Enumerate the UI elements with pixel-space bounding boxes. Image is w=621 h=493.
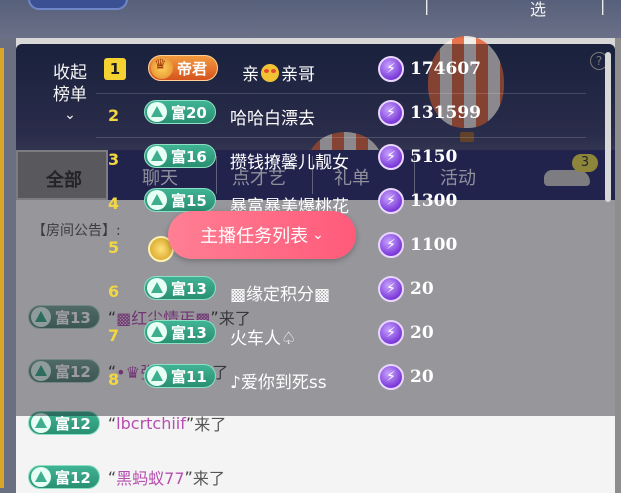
rank-number: 5: [108, 238, 120, 257]
wealth-level-icon: [147, 322, 167, 342]
quote-mark: “: [107, 467, 117, 487]
rank-number: 1: [104, 58, 126, 80]
wealth-level-icon: [147, 102, 167, 122]
rank-number: 2: [108, 106, 120, 125]
leaderboard-username[interactable]: ▩缘定积分▩: [230, 280, 330, 305]
chat-message: 富12 “黑蚂蚁77” 来了: [28, 464, 225, 490]
wealth-level-icon: [147, 278, 167, 298]
rank-number: 4: [108, 194, 120, 213]
contribution-gem-icon: ⚡: [378, 100, 404, 126]
wealth-level-icon: [147, 146, 167, 166]
quote-mark: “: [107, 413, 117, 433]
wealth-badge-label: 富15: [171, 191, 207, 210]
contribution-gem-icon: ⚡: [378, 320, 404, 346]
chat-message-text: 来了: [192, 469, 225, 488]
leaderboard-row[interactable]: 8 富11 ♪爱你到死ss ⚡ 20: [96, 358, 586, 402]
right-edge: [615, 38, 621, 493]
chevron-down-icon: ⌄: [312, 227, 324, 243]
heart-eyes-emoji-icon: [261, 64, 279, 82]
rank-number: 7: [108, 326, 120, 345]
collapse-leaderboard-button[interactable]: 收起 榜单 ⌄: [48, 62, 92, 122]
leaderboard-scrollbar[interactable]: [605, 52, 611, 202]
top-bar: | 选 |: [0, 0, 621, 38]
rank-number: 3: [108, 150, 120, 169]
top-pill[interactable]: [28, 0, 128, 10]
contribution-gem-icon: ⚡: [378, 364, 404, 390]
quote-mark: ”: [185, 413, 195, 433]
wealth-badge: 富20: [144, 100, 216, 124]
contribution-score: 1100: [410, 235, 458, 255]
contribution-gem-icon: ⚡: [378, 276, 404, 302]
leaderboard-username[interactable]: 哈哈白漂去: [230, 104, 315, 129]
contribution-gem-icon: ⚡: [378, 56, 404, 82]
wealth-badge-label: 富12: [55, 468, 91, 487]
wealth-badge: 富15: [144, 188, 216, 212]
contribution-score: 5150: [410, 147, 458, 167]
wealth-badge: 富16: [144, 144, 216, 168]
wealth-level-icon: [31, 413, 51, 433]
emperor-badge-label: 帝君: [177, 59, 208, 78]
leaderboard-row[interactable]: 6 富13 ▩缘定积分▩ ⚡ 20: [96, 270, 586, 314]
wealth-badge: 富12: [28, 465, 100, 489]
wealth-level-icon: [31, 467, 51, 487]
wealth-badge-label: 富13: [171, 279, 207, 298]
contribution-gem-icon: ⚡: [378, 188, 404, 214]
leaderboard-username[interactable]: 亲 亲哥: [242, 60, 315, 85]
rank-number: 6: [108, 282, 120, 301]
gold-border: [0, 48, 4, 488]
username-part: 亲哥: [281, 65, 315, 85]
top-separator: |: [600, 0, 606, 15]
emperor-badge: 帝君: [148, 55, 219, 81]
contribution-score: 20: [410, 323, 434, 343]
wealth-badge-label: 富20: [171, 103, 207, 122]
wealth-badge: 富11: [144, 364, 216, 388]
leaderboard-row[interactable]: 3 富16 攒钱撩馨儿靓女 ⚡ 5150: [96, 138, 586, 182]
top-separator: |: [424, 0, 430, 15]
leaderboard-row[interactable]: 2 富20 哈哈白漂去 ⚡ 131599: [96, 94, 586, 138]
contribution-score: 174607: [410, 59, 481, 79]
contribution-score: 131599: [410, 103, 481, 123]
chevron-down-icon: ⌄: [64, 107, 76, 123]
username-part: 亲: [242, 65, 259, 85]
quote-mark: ”: [184, 467, 193, 487]
wealth-badge-label: 富13: [171, 323, 207, 342]
wealth-badge-label: 富16: [171, 147, 207, 166]
wealth-badge: 富13: [144, 276, 216, 300]
chat-username[interactable]: 黑蚂蚁77: [116, 465, 184, 489]
streamer-task-list-button[interactable]: 主播任务列表 ⌄: [168, 211, 356, 259]
contribution-score: 1300: [410, 191, 458, 211]
leaderboard-row[interactable]: 7 富13 火车人♤ ⚡ 20: [96, 314, 586, 358]
wealth-badge-label: 富11: [171, 367, 207, 386]
contribution-gem-icon: ⚡: [378, 232, 404, 258]
crown-icon: [151, 57, 173, 79]
wealth-level-icon: [147, 190, 167, 210]
task-button-label: 主播任务列表: [200, 226, 309, 247]
leaderboard-username[interactable]: 攒钱撩馨儿靓女: [230, 148, 349, 173]
chat-username[interactable]: lbcrtchiif: [116, 414, 186, 433]
collapse-label: 榜单: [53, 85, 87, 105]
wealth-badge: 富13: [144, 320, 216, 344]
contribution-score: 20: [410, 279, 434, 299]
collapse-label: 收起: [53, 63, 87, 83]
leaderboard-row[interactable]: 1 帝君 亲 亲哥 ⚡ 174607: [96, 50, 586, 94]
contribution-score: 20: [410, 367, 434, 387]
top-tab-label[interactable]: 选: [530, 0, 546, 20]
leaderboard-username[interactable]: ♪爱你到死ss: [230, 368, 327, 393]
contribution-gem-icon: ⚡: [378, 144, 404, 170]
wealth-level-icon: [147, 366, 167, 386]
leaderboard-username[interactable]: 火车人♤: [230, 324, 296, 349]
left-edge: [0, 38, 16, 493]
rank-number: 8: [108, 370, 120, 389]
